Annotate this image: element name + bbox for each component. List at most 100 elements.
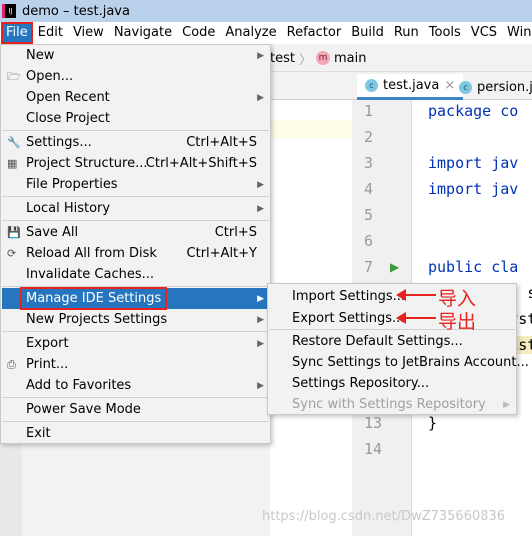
chevron-right-icon: ▶ [257,50,264,61]
file-menu-item-invalidate-caches[interactable]: Invalidate Caches... [2,264,269,285]
breadcrumb-separator-icon: 〉 [298,52,312,68]
line-number: 1 [364,102,374,120]
shortcut: Ctrl+Alt+S [186,135,257,150]
breadcrumb-class[interactable]: test [270,51,295,66]
chevron-right-icon: ▶ [257,338,264,349]
file-menu-item-project-structure[interactable]: ▦ Project Structure... Ctrl+Alt+Shift+S [2,153,269,174]
intellij-logo-icon: IJ [2,4,16,18]
reload-icon: ⟳ [7,246,17,260]
run-icon[interactable]: ▶ [390,260,399,274]
menu-item-label: Export [26,336,69,351]
chevron-right-icon: ▶ [257,293,264,304]
tab-label: test.java [383,78,440,93]
folder-icon: 🗁 [7,69,21,83]
file-menu-item-add-to-favorites[interactable]: Add to Favorites ▶ [2,375,269,396]
chevron-right-icon: ▶ [257,314,264,325]
watermark: https://blog.csdn.net/DwZ735660836 [262,509,506,524]
line-number: 2 [364,128,374,146]
menu-window[interactable]: Window [502,22,532,44]
file-menu-item-settings[interactable]: 🔧 Settings... Ctrl+Alt+S [2,132,269,153]
menu-item-label: Manage IDE Settings [19,287,168,310]
menu-item-label: Settings Repository... [292,376,430,391]
file-menu-item-reload-all-from-disk[interactable]: ⟳ Reload All from Disk Ctrl+Alt+Y [2,243,269,264]
java-class-icon: c [459,80,472,94]
code-line: public cla [428,258,519,276]
submenu-item-restore-default-settings[interactable]: Restore Default Settings... [269,331,515,352]
shortcut: Ctrl+Alt+Shift+S [145,156,257,171]
menu-item-label: Add to Favorites [26,378,132,393]
shortcut: Ctrl+S [214,225,257,240]
file-menu-item-new-projects-settings[interactable]: New Projects Settings ▶ [2,309,269,330]
window-title: demo – test.java [22,3,130,19]
menu-separator [2,220,269,221]
code-line: } [428,414,438,432]
tab-label: persion.java [477,79,532,95]
menu-item-label: Invalidate Caches... [26,267,155,282]
file-menu-item-print[interactable]: ⎙ Print... [2,354,269,375]
menu-build[interactable]: Build [346,22,389,44]
menu-item-label: Close Project [26,111,111,126]
tab-persion-java[interactable]: c persion.java [451,74,532,100]
submenu-item-settings-repository[interactable]: Settings Repository... [269,373,515,394]
tab-test-java[interactable]: c test.java × [357,74,464,100]
menu-analyze[interactable]: Analyze [220,22,281,44]
menu-item-label: File Properties [26,177,118,192]
submenu-item-sync-settings-to-jetbrains-account[interactable]: Sync Settings to JetBrains Account... [269,352,529,373]
annotation-arrow [396,312,436,324]
chevron-right-icon: ▶ [503,399,510,410]
menu-vcs[interactable]: VCS [466,22,502,44]
file-menu-item-save-all[interactable]: 💾 Save All Ctrl+S [2,222,269,243]
menu-run[interactable]: Run [389,22,424,44]
project-structure-icon: ▦ [7,156,18,170]
print-icon: ⎙ [7,357,16,371]
line-number: 13 [364,414,383,432]
menu-item-label: Export Settings... [292,311,405,326]
menu-item-label: Print... [26,357,69,372]
menu-item-label: Restore Default Settings... [292,334,463,349]
menu-item-label: Exit [26,426,51,441]
code-line: package co [428,102,519,120]
chevron-right-icon: ▶ [257,179,264,190]
menu-bar: File Edit View Navigate Code Analyze Refactor B… [0,22,532,44]
file-menu-item-close-project[interactable]: Close Project [2,108,269,129]
menu-file[interactable]: File [1,22,33,44]
menu-refactor[interactable]: Refactor [282,22,347,44]
menu-item-label: New Projects Settings [26,312,168,327]
submenu-item-export-settings[interactable]: Export Settings... [269,308,515,329]
menu-navigate[interactable]: Navigate [109,22,177,44]
menu-item-label: Settings... [26,135,92,150]
breadcrumb-method[interactable]: main [334,51,366,66]
title-bar: IJ demo – test.java [0,0,532,22]
menu-item-label: Local History [26,201,111,216]
manage-ide-settings-submenu: Import Settings... Export Settings... Rest… [267,283,529,415]
file-menu-item-exit[interactable]: Exit [2,423,269,444]
chevron-right-icon: ▶ [257,92,264,103]
tool-window-strip [0,444,22,536]
submenu-item-import-settings[interactable]: Import Settings... [269,286,515,307]
file-menu-item-manage-ide-settings[interactable]: Manage IDE Settings ▶ [2,287,269,310]
menu-tools[interactable]: Tools [424,22,466,44]
annotation-arrow [396,289,436,301]
file-menu-item-local-history[interactable]: Local History ▶ [2,198,269,219]
menu-item-label: Sync with Settings Repository [292,397,486,412]
file-menu-item-file-properties[interactable]: File Properties ▶ [2,174,269,195]
java-class-icon: c [365,79,378,92]
line-number: 14 [364,440,383,458]
menu-item-label: Power Save Mode [26,402,141,417]
file-menu-item-new[interactable]: New ▶ [2,45,269,66]
annotation-export: 导出 [438,311,477,333]
file-menu-item-power-save-mode[interactable]: Power Save Mode [2,399,269,420]
menu-item-label: Open Recent [26,90,110,105]
line-number: 4 [364,180,374,198]
file-menu-item-export[interactable]: Export ▶ [2,333,269,354]
menu-separator [2,397,269,398]
file-menu-item-open[interactable]: 🗁 Open... [2,66,269,87]
menu-item-label: Save All [26,225,79,240]
menu-code[interactable]: Code [177,22,220,44]
menu-view[interactable]: View [68,22,109,44]
line-number: 3 [364,154,374,172]
menu-item-label: New [26,48,55,63]
file-menu-item-open-recent[interactable]: Open Recent ▶ [2,87,269,108]
menu-separator [2,421,269,422]
menu-edit[interactable]: Edit [33,22,68,44]
